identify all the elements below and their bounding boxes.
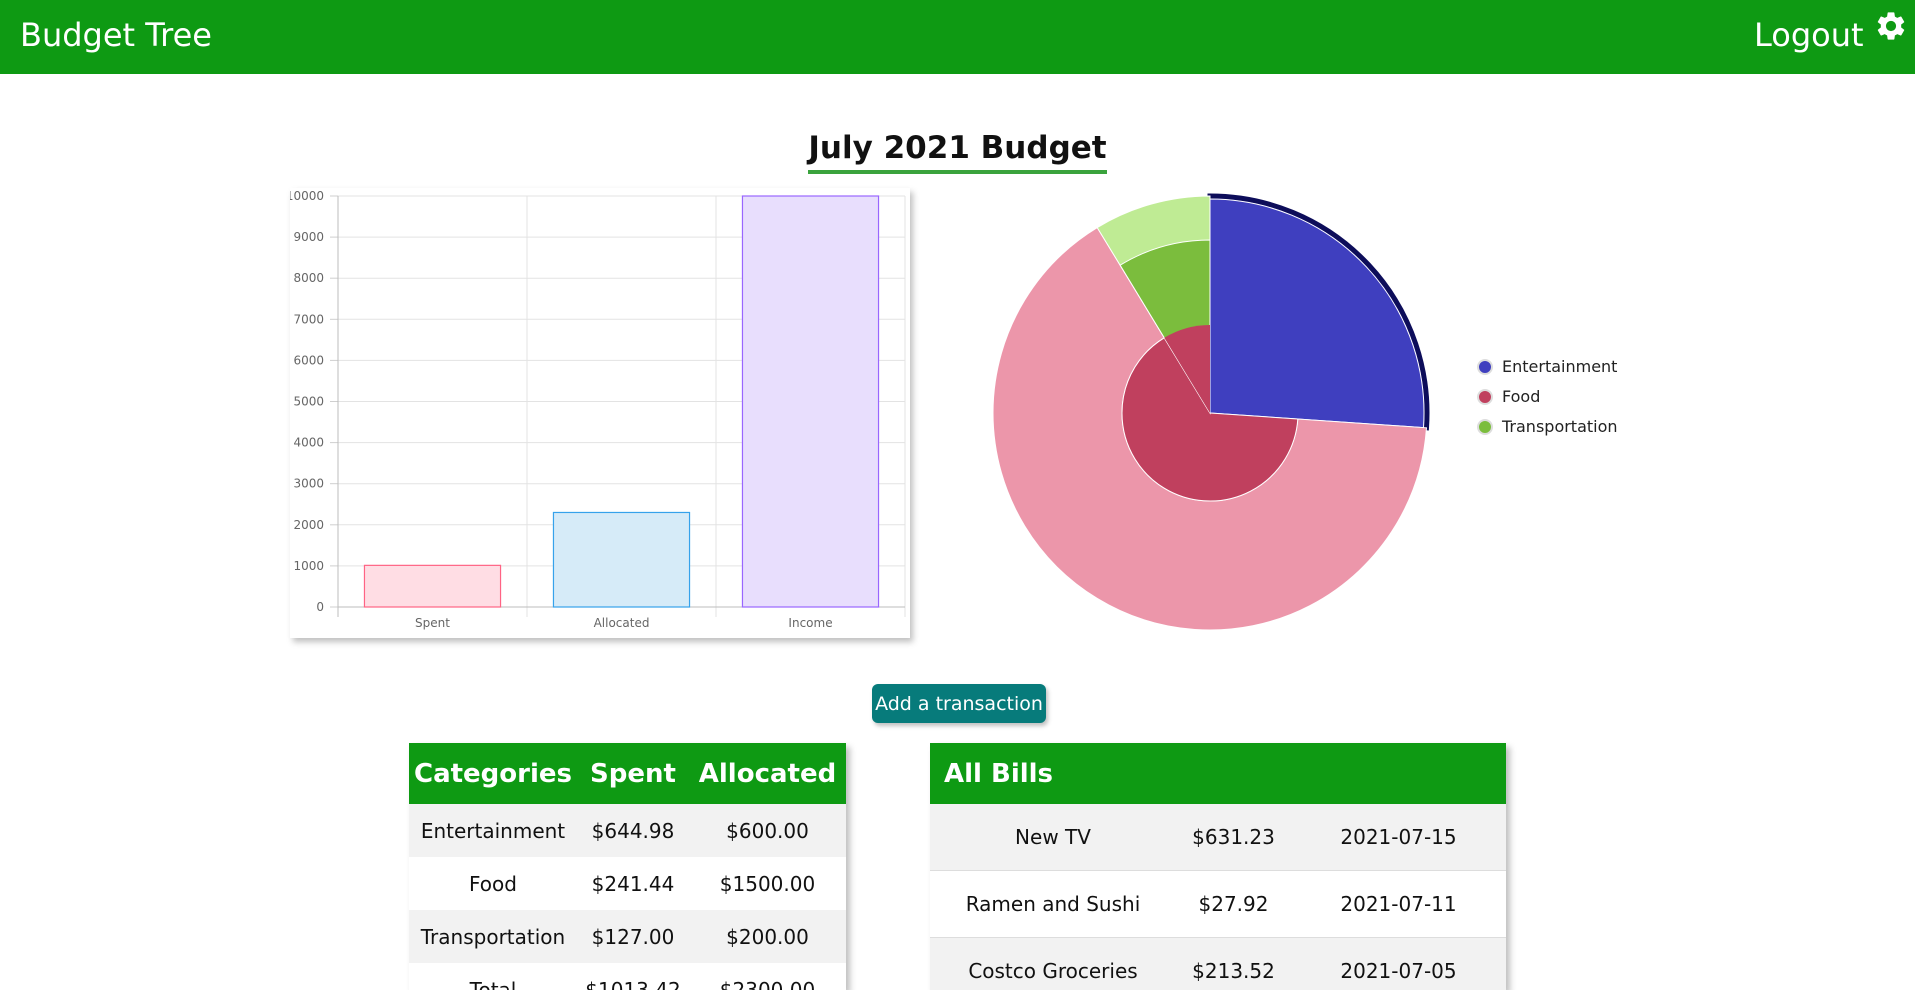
categories-table: Categories Spent Allocated Entertainment… bbox=[409, 743, 846, 990]
y-tick-label: 10000 bbox=[290, 189, 324, 203]
table-row: Entertainment $644.98 $600.00 bbox=[409, 804, 846, 857]
bill-name: Ramen and Sushi bbox=[965, 892, 1141, 916]
spent-cell: $127.00 bbox=[591, 924, 675, 949]
bill-amount: $27.92 bbox=[1198, 892, 1269, 916]
bill-amount: $631.23 bbox=[1192, 825, 1275, 849]
brand-link[interactable]: Budget Tree bbox=[20, 15, 212, 55]
x-tick-label: Spent bbox=[415, 616, 450, 630]
bar-chart-card: 0 1000 2000 3000 4000 5000 6000 7000 8000 9000 100… bbox=[290, 188, 910, 638]
legend-label-transportation: Transportation bbox=[1501, 417, 1618, 436]
page-title-text: July 2021 Budget bbox=[808, 126, 1107, 174]
bar-spent bbox=[363, 564, 502, 608]
bar-chart: 0 1000 2000 3000 4000 5000 6000 7000 8000 9000 100… bbox=[290, 189, 906, 630]
header-categories: Categories bbox=[413, 758, 572, 789]
y-tick-label: 3000 bbox=[293, 477, 324, 491]
categories-table-header: Categories Spent Allocated bbox=[409, 743, 846, 804]
y-tick-label: 0 bbox=[316, 600, 324, 614]
pie-chart-container: Entertainment Food Transportation bbox=[980, 180, 1640, 640]
navbar: Budget Tree Logout bbox=[0, 0, 1915, 74]
bills-table: All Bills New TV $631.23 2021-07-15 Rame… bbox=[930, 743, 1506, 990]
x-tick-label: Allocated bbox=[594, 616, 650, 630]
y-tick-label: 1000 bbox=[293, 559, 324, 573]
y-tick-label: 5000 bbox=[293, 395, 324, 409]
bill-amount: $213.52 bbox=[1192, 959, 1275, 983]
bar-allocated bbox=[552, 511, 691, 608]
bill-date: 2021-07-11 bbox=[1340, 892, 1457, 916]
pie-slice-highlight bbox=[1209, 198, 1425, 429]
x-tick-label: Income bbox=[788, 616, 832, 630]
table-row: Transportation $127.00 $200.00 bbox=[409, 910, 846, 963]
add-transaction-button[interactable]: Add a transaction bbox=[872, 684, 1046, 723]
bill-name: New TV bbox=[1015, 825, 1091, 849]
y-tick-label: 7000 bbox=[293, 312, 324, 326]
bar-income bbox=[741, 195, 880, 608]
bills-table-title: All Bills bbox=[930, 743, 1506, 804]
table-row: Food $241.44 $1500.00 bbox=[409, 857, 846, 910]
y-tick-label: 8000 bbox=[293, 271, 324, 285]
y-tick-label: 4000 bbox=[293, 436, 324, 450]
spent-cell: $644.98 bbox=[591, 818, 675, 843]
page-title: July 2021 Budget bbox=[0, 126, 1915, 174]
category-cell: Transportation bbox=[420, 924, 566, 949]
allocated-cell: $1500.00 bbox=[719, 871, 816, 896]
logout-link[interactable]: Logout bbox=[1754, 15, 1864, 55]
spent-cell: $241.44 bbox=[591, 871, 675, 896]
bill-name: Costco Groceries bbox=[968, 959, 1138, 983]
legend-label-entertainment: Entertainment bbox=[1502, 357, 1617, 376]
y-tick-label: 9000 bbox=[293, 230, 324, 244]
category-cell: Food bbox=[469, 871, 517, 896]
category-cell: Entertainment bbox=[420, 818, 566, 843]
bill-date: 2021-07-15 bbox=[1340, 825, 1457, 849]
y-tick-label: 6000 bbox=[293, 353, 324, 367]
allocated-cell: $200.00 bbox=[726, 924, 809, 949]
table-row-total: Total $1013.42 $2300.00 bbox=[409, 963, 846, 990]
y-tick-label: 2000 bbox=[293, 518, 324, 532]
legend-dot-transportation bbox=[1477, 419, 1493, 435]
header-allocated: Allocated bbox=[698, 758, 837, 789]
legend-label-food: Food bbox=[1502, 387, 1540, 406]
bill-row: Costco Groceries $213.52 2021-07-05 bbox=[930, 938, 1506, 990]
header-spent: Spent bbox=[590, 758, 676, 789]
bill-row: New TV $631.23 2021-07-15 bbox=[930, 804, 1506, 871]
pie-chart: Entertainment Food Transportation bbox=[992, 193, 1618, 631]
category-cell: Total bbox=[469, 977, 517, 990]
allocated-cell: $600.00 bbox=[726, 818, 809, 843]
gear-icon[interactable] bbox=[1874, 9, 1908, 43]
legend-dot-entertainment bbox=[1477, 359, 1493, 375]
legend-dot-food bbox=[1477, 389, 1493, 405]
spent-cell: $1013.42 bbox=[585, 977, 681, 990]
bill-date: 2021-07-05 bbox=[1340, 959, 1457, 983]
bill-row: Ramen and Sushi $27.92 2021-07-11 bbox=[930, 871, 1506, 938]
allocated-cell: $2300.00 bbox=[719, 977, 816, 990]
